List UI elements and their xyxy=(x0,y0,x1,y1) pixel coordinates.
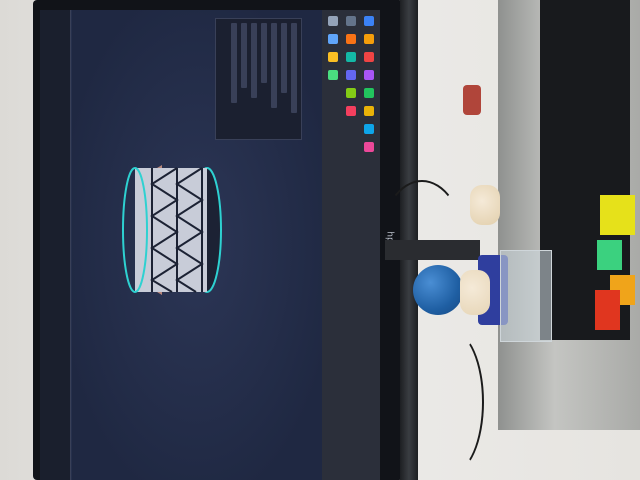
ribbon-row xyxy=(364,16,374,152)
tool-icon[interactable] xyxy=(364,52,374,62)
red-cap-fitting xyxy=(463,85,481,115)
tool-icon[interactable] xyxy=(346,106,356,116)
tool-icon[interactable] xyxy=(328,70,338,80)
tool-icon[interactable] xyxy=(364,16,374,26)
monitor-screen xyxy=(40,10,380,480)
tool-icon[interactable] xyxy=(364,142,374,152)
browser-item[interactable] xyxy=(291,23,297,113)
browser-item[interactable] xyxy=(241,23,247,88)
tool-icon[interactable] xyxy=(346,16,356,26)
clear-plastic-container xyxy=(500,250,552,342)
cad-application-window xyxy=(40,10,380,480)
cream-mushroom-knob xyxy=(470,185,500,225)
browser-item[interactable] xyxy=(251,23,257,98)
lattice-cylinder-model xyxy=(122,165,222,295)
sticky-note-red xyxy=(595,290,620,330)
sticky-note-green xyxy=(597,240,622,270)
tool-icon[interactable] xyxy=(346,34,356,44)
tool-icon[interactable] xyxy=(346,88,356,98)
sticky-note-yellow xyxy=(600,195,635,235)
tool-icon[interactable] xyxy=(364,70,374,80)
cylinder-body xyxy=(135,168,207,292)
cream-mushroom-knob xyxy=(460,270,490,315)
browser-item[interactable] xyxy=(261,23,267,83)
tool-icon[interactable] xyxy=(328,16,338,26)
3d-viewport[interactable] xyxy=(72,10,322,480)
cad-status-bar xyxy=(40,10,71,480)
tool-icon[interactable] xyxy=(364,34,374,44)
browser-item[interactable] xyxy=(281,23,287,93)
model-browser-panel xyxy=(215,18,302,140)
ribbon-row xyxy=(346,16,356,116)
photo-scene: hp xyxy=(0,0,640,480)
tool-icon[interactable] xyxy=(364,106,374,116)
tool-icon[interactable] xyxy=(328,52,338,62)
browser-item[interactable] xyxy=(231,23,237,103)
tool-icon[interactable] xyxy=(346,52,356,62)
cad-ribbon-toolbar xyxy=(321,10,380,480)
tool-icon[interactable] xyxy=(364,124,374,134)
tool-icon[interactable] xyxy=(328,34,338,44)
browser-item[interactable] xyxy=(271,23,277,108)
blue-ball-knob xyxy=(413,265,463,315)
cable xyxy=(420,330,484,474)
tool-icon[interactable] xyxy=(364,88,374,98)
tool-icon[interactable] xyxy=(346,70,356,80)
ribbon-row xyxy=(328,16,338,80)
